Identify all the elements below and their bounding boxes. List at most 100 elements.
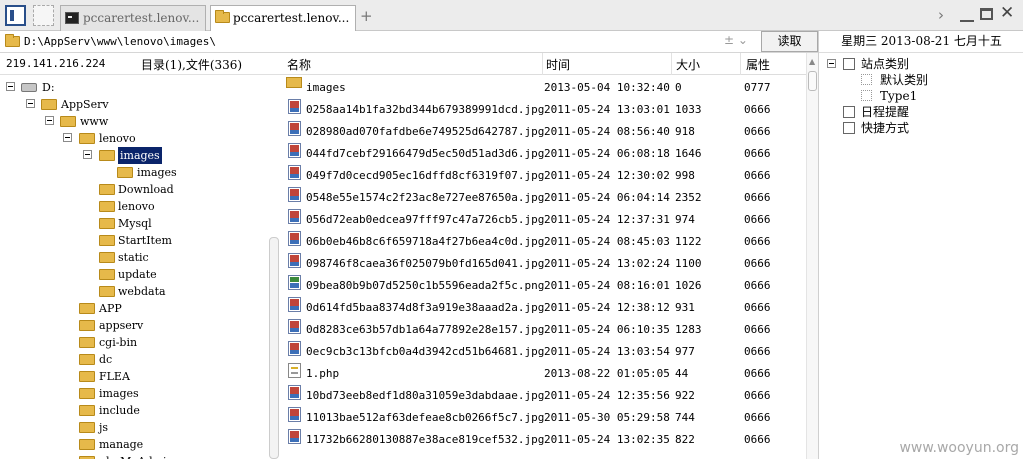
file-attr: 0666 (744, 169, 771, 182)
side-panel-item[interactable]: 默认类别 (819, 72, 1019, 88)
collapse-icon[interactable] (6, 82, 15, 91)
side-panel: 星期三 2013-08-21 七月十五 站点类别 默认类别 Type1 日程提醒 快捷方… (818, 31, 1023, 459)
tree-node[interactable]: manage (0, 436, 270, 453)
path-options-icon[interactable]: ± ⌄ (724, 33, 748, 47)
folder-icon (79, 354, 95, 365)
file-time: 2011-05-24 12:38:12 (544, 301, 670, 314)
file-row[interactable]: 044fd7cebf29166479d5ec50d51ad3d6.jpg 2011… (280, 143, 806, 165)
file-name: 056d72eab0edcea97fff97c47a726cb5.jpg (306, 213, 545, 226)
file-row[interactable]: 11732b66280130887e38ace819cef532.jpg 2011… (280, 429, 806, 451)
tree-node-label: lenovo (99, 132, 136, 145)
path-input[interactable]: D:\AppServ\www\lenovo\images\ (24, 35, 216, 48)
folder-icon (99, 235, 115, 246)
chevron-right-icon[interactable]: › (938, 6, 944, 24)
tree-node[interactable]: include (0, 402, 270, 419)
side-panel-item[interactable]: 快捷方式 (819, 120, 1019, 136)
file-row[interactable]: 11013bae512af63defeae8cb0266f5c7.jpg 2011… (280, 407, 806, 429)
read-button[interactable]: 读取 (761, 31, 818, 52)
file-row[interactable]: 09bea80b9b07d5250c1b5596eada2f5c.png 2011… (280, 275, 806, 297)
file-row[interactable]: 098746f8caea36f025079b0fd165d041.jpg 2011… (280, 253, 806, 275)
tree-node[interactable]: images (0, 164, 270, 181)
tab-file-manager[interactable]: pccarertest.lenov... (210, 5, 356, 32)
file-row[interactable]: 1.php 2013-08-22 01:05:05 44 0666 (280, 363, 806, 385)
file-size: 0 (675, 81, 682, 94)
folder-icon (79, 320, 95, 331)
tree-node[interactable]: lenovo (0, 130, 270, 147)
column-size[interactable]: 大小 (676, 56, 700, 73)
tree-node[interactable]: cgi-bin (0, 334, 270, 351)
tree-node[interactable]: lenovo (0, 198, 270, 215)
tree-node[interactable]: js (0, 419, 270, 436)
folder-icon (60, 116, 76, 127)
file-row[interactable]: 028980ad070fafdbe6e749525d642787.jpg 2011… (280, 121, 806, 143)
tree-node[interactable]: webdata (0, 283, 270, 300)
side-panel-item[interactable]: 日程提醒 (819, 104, 1019, 120)
collapse-icon[interactable] (45, 116, 54, 125)
tree-node[interactable]: images (0, 385, 270, 402)
collapse-icon[interactable] (26, 99, 35, 108)
file-row[interactable]: 049f7d0cecd905ec16dffd8cf6319f07.jpg 2011… (280, 165, 806, 187)
terminal-icon (65, 12, 79, 24)
collapse-icon[interactable] (63, 133, 72, 142)
file-size: 1122 (675, 235, 702, 248)
file-size: 931 (675, 301, 695, 314)
duplicate-tab-icon[interactable] (33, 5, 54, 26)
info-row: 219.141.216.224 目录(1),文件(336) (0, 53, 280, 75)
maximize-icon[interactable] (980, 8, 993, 20)
collapse-icon[interactable] (827, 59, 836, 68)
column-time[interactable]: 时间 (546, 56, 570, 73)
file-row[interactable]: 0ec9cb3c13bfcb0a4d3942cd51b64681.jpg 2011… (280, 341, 806, 363)
file-size: 998 (675, 169, 695, 182)
file-row[interactable]: 0258aa14b1fa32bd344b679389991dcd.jpg 2011… (280, 99, 806, 121)
tree-node[interactable]: static (0, 249, 270, 266)
tree-node[interactable]: StartItem (0, 232, 270, 249)
image-file-icon (288, 143, 301, 158)
tree-node[interactable]: D: (0, 79, 270, 96)
tree-node-label: include (99, 404, 140, 417)
tree-node[interactable]: images (0, 147, 270, 164)
tree-node[interactable]: phpMyAdmin (0, 453, 270, 459)
tree-node[interactable]: dc (0, 351, 270, 368)
shortcut-icon (843, 122, 855, 134)
panel-toggle-icon[interactable] (5, 5, 26, 26)
tree-node[interactable]: www (0, 113, 270, 130)
tree-node[interactable]: appserv (0, 317, 270, 334)
tree-node[interactable]: update (0, 266, 270, 283)
folder-icon (117, 167, 133, 178)
folder-icon (79, 337, 95, 348)
file-row[interactable]: 10bd73eeb8edf1d80a31059e3dabdaae.jpg 2011… (280, 385, 806, 407)
column-divider[interactable] (671, 53, 672, 75)
server-ip: 219.141.216.224 (6, 57, 106, 70)
file-name: 098746f8caea36f025079b0fd165d041.jpg (306, 257, 545, 270)
minimize-icon[interactable] (960, 8, 974, 22)
file-row[interactable]: 0d8283ce63b57db1a64a77892e28e157.jpg 2011… (280, 319, 806, 341)
tree-node[interactable]: APP (0, 300, 270, 317)
tree-node[interactable]: AppServ (0, 96, 270, 113)
tree-node-label: webdata (118, 285, 166, 298)
folder-icon (215, 10, 230, 23)
tab-terminal[interactable]: pccarertest.lenov... (60, 5, 206, 31)
file-row[interactable]: images 2013-05-04 10:32:40 0 0777 (280, 77, 806, 99)
file-time: 2011-05-24 12:35:56 (544, 389, 670, 402)
tree-node[interactable]: FLEA (0, 368, 270, 385)
column-divider[interactable] (740, 53, 741, 75)
file-size: 1033 (675, 103, 702, 116)
add-tab-button[interactable]: + (360, 7, 373, 25)
column-attr[interactable]: 属性 (746, 56, 770, 73)
file-time: 2011-05-24 08:45:03 (544, 235, 670, 248)
column-name[interactable]: 名称 (287, 56, 311, 73)
file-row[interactable]: 0d614fd5baa8374d8f3a919e38aaad2a.jpg 2011… (280, 297, 806, 319)
file-row[interactable]: 06b0eb46b8c6f659718a4f27b6ea4c0d.jpg 2011… (280, 231, 806, 253)
tree-node-label: manage (99, 438, 144, 451)
side-panel-item[interactable]: 站点类别 (819, 56, 1019, 72)
side-panel-item[interactable]: Type1 (819, 88, 1019, 104)
tree-node[interactable]: Download (0, 181, 270, 198)
list-scrollbar[interactable]: ▲ (806, 53, 818, 459)
collapse-icon[interactable] (83, 150, 92, 159)
tree-scrollbar[interactable] (269, 237, 279, 459)
file-row[interactable]: 0548e55e1574c2f23ac8e727ee87650a.jpg 2011… (280, 187, 806, 209)
column-divider[interactable] (542, 53, 543, 75)
file-row[interactable]: 056d72eab0edcea97fff97c47a726cb5.jpg 2011… (280, 209, 806, 231)
tree-node[interactable]: Mysql (0, 215, 270, 232)
close-icon[interactable]: ✕ (1000, 3, 1014, 23)
